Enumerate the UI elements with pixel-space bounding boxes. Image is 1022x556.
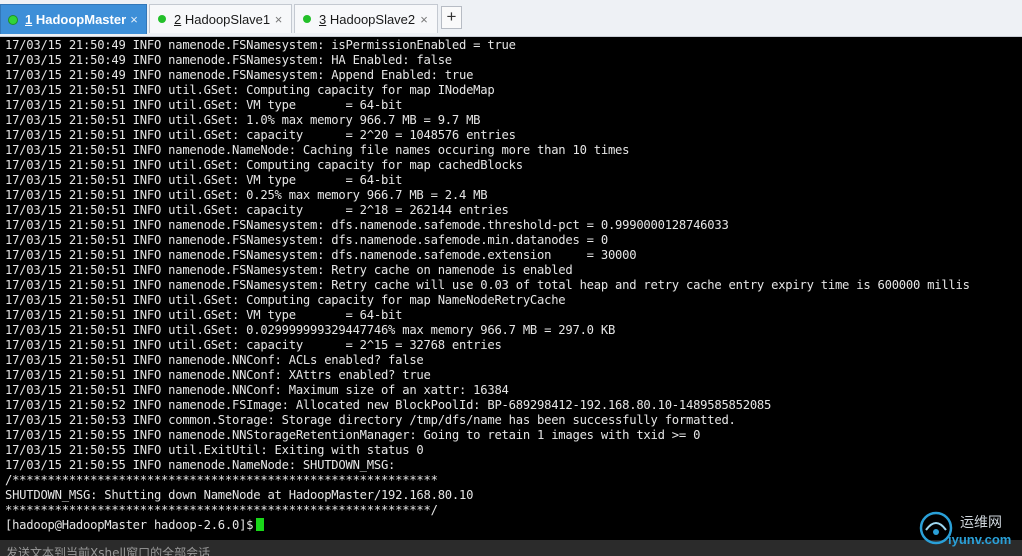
terminal-line: 17/03/15 21:50:51 INFO namenode.FSNamesy… bbox=[5, 263, 573, 277]
close-tab-icon[interactable]: × bbox=[126, 12, 142, 27]
terminal-line: 17/03/15 21:50:51 INFO util.GSet: capaci… bbox=[5, 128, 516, 142]
connected-status-dot-icon bbox=[158, 15, 166, 23]
terminal-line: 17/03/15 21:50:51 INFO namenode.FSNamesy… bbox=[5, 248, 637, 262]
terminal-line: 17/03/15 21:50:51 INFO util.GSet: VM typ… bbox=[5, 308, 403, 322]
terminal-line: 17/03/15 21:50:51 INFO util.GSet: VM typ… bbox=[5, 173, 403, 187]
terminal-line: ****************************************… bbox=[5, 503, 438, 517]
tab-hadoopslave1[interactable]: 2 HadoopSlave1 × bbox=[149, 4, 292, 33]
watermark-cn-text: 运维网 bbox=[960, 515, 1002, 531]
terminal-line: 17/03/15 21:50:49 INFO namenode.FSNamesy… bbox=[5, 68, 474, 82]
terminal-line: SHUTDOWN_MSG: Shutting down NameNode at … bbox=[5, 488, 474, 502]
terminal-line: 17/03/15 21:50:55 INFO namenode.NNStorag… bbox=[5, 428, 701, 442]
shell-prompt: [hadoop@HadoopMaster hadoop-2.6.0]$ bbox=[5, 518, 254, 532]
terminal-line: 17/03/15 21:50:51 INFO namenode.NNConf: … bbox=[5, 368, 431, 382]
tab-label: 1 HadoopMaster bbox=[25, 12, 127, 27]
terminal-line: 17/03/15 21:50:49 INFO namenode.FSNamesy… bbox=[5, 38, 516, 52]
terminal-line: 17/03/15 21:50:51 INFO util.GSet: Comput… bbox=[5, 293, 566, 307]
close-tab-icon[interactable]: × bbox=[415, 12, 433, 27]
terminal-output[interactable]: 17/03/15 21:50:49 INFO namenode.FSNamesy… bbox=[0, 38, 1022, 540]
terminal-line: /***************************************… bbox=[5, 473, 438, 487]
close-tab-icon[interactable]: × bbox=[270, 12, 287, 27]
terminal-line: 17/03/15 21:50:51 INFO namenode.NameNode… bbox=[5, 143, 630, 157]
text-cursor bbox=[256, 518, 265, 531]
terminal-line: 17/03/15 21:50:51 INFO util.GSet: Comput… bbox=[5, 158, 523, 172]
terminal-line: 17/03/15 21:50:51 INFO util.GSet: capaci… bbox=[5, 338, 502, 352]
connected-status-dot-icon bbox=[303, 15, 311, 23]
terminal-line: 17/03/15 21:50:51 INFO util.GSet: capaci… bbox=[5, 203, 509, 217]
terminal-lines: 17/03/15 21:50:49 INFO namenode.FSNamesy… bbox=[5, 38, 970, 533]
terminal-line: 17/03/15 21:50:55 INFO util.ExitUtil: Ex… bbox=[5, 443, 424, 457]
compose-bar[interactable]: 发送文本到当前Xshell窗口的全部会话 bbox=[0, 540, 1022, 556]
compose-bar-placeholder: 发送文本到当前Xshell窗口的全部会话 bbox=[6, 546, 211, 556]
site-watermark: 运维网 iyunv.com bbox=[918, 508, 1018, 548]
session-tab-bar: 1 HadoopMaster × 2 HadoopSlave1 × 3 Hado… bbox=[0, 0, 1022, 37]
connected-status-dot-icon bbox=[9, 15, 17, 24]
terminal-line: 17/03/15 21:50:53 INFO common.Storage: S… bbox=[5, 413, 736, 427]
terminal-line: 17/03/15 21:50:51 INFO namenode.FSNamesy… bbox=[5, 233, 608, 247]
terminal-line: 17/03/15 21:50:51 INFO util.GSet: 1.0% m… bbox=[5, 113, 481, 127]
terminal-line: 17/03/15 21:50:51 INFO util.GSet: 0.25% … bbox=[5, 188, 488, 202]
tab-hadoopmaster[interactable]: 1 HadoopMaster × bbox=[0, 4, 147, 34]
terminal-line: 17/03/15 21:50:49 INFO namenode.FSNamesy… bbox=[5, 53, 452, 67]
watermark-en-text: iyunv.com bbox=[948, 532, 1012, 547]
terminal-line: 17/03/15 21:50:51 INFO namenode.FSNamesy… bbox=[5, 218, 729, 232]
terminal-line: 17/03/15 21:50:55 INFO namenode.NameNode… bbox=[5, 458, 396, 472]
terminal-line: 17/03/15 21:50:51 INFO namenode.NNConf: … bbox=[5, 383, 509, 397]
terminal-line: 17/03/15 21:50:52 INFO namenode.FSImage:… bbox=[5, 398, 772, 412]
terminal-line: 17/03/15 21:50:51 INFO namenode.FSNamesy… bbox=[5, 278, 970, 292]
tab-label: 2 HadoopSlave1 bbox=[174, 11, 271, 27]
tab-hadoopslave2[interactable]: 3 HadoopSlave2 × bbox=[294, 4, 438, 33]
tab-label: 3 HadoopSlave2 bbox=[319, 11, 416, 27]
terminal-line: 17/03/15 21:50:51 INFO namenode.NNConf: … bbox=[5, 353, 424, 367]
shell-prompt-line[interactable]: [hadoop@HadoopMaster hadoop-2.6.0]$ bbox=[5, 518, 970, 533]
new-tab-button[interactable]: + bbox=[441, 6, 462, 29]
terminal-line: 17/03/15 21:50:51 INFO util.GSet: Comput… bbox=[5, 83, 495, 97]
terminal-line: 17/03/15 21:50:51 INFO util.GSet: VM typ… bbox=[5, 98, 403, 112]
terminal-line: 17/03/15 21:50:51 INFO util.GSet: 0.0299… bbox=[5, 323, 616, 337]
